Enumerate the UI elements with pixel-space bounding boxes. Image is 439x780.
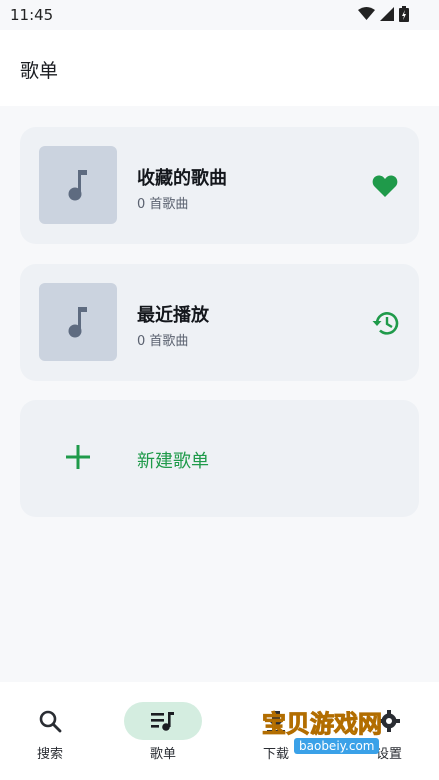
- status-time: 11:45: [10, 6, 54, 24]
- nav-item-search[interactable]: 搜索: [10, 700, 90, 762]
- playlist-song-count: 0 首歌曲: [137, 334, 189, 349]
- app-bar: 歌单: [0, 30, 439, 106]
- playlist-name: 最近播放: [137, 305, 209, 326]
- playlist-thumbnail: [39, 283, 117, 361]
- playlist-thumbnail: [39, 146, 117, 224]
- battery-icon: [399, 6, 409, 22]
- nav-label-search: 搜索: [36, 747, 63, 762]
- page-title: 歌单: [20, 60, 59, 82]
- plus-icon: [66, 445, 90, 469]
- playlist-card-recent[interactable]: 最近播放 0 首歌曲: [20, 264, 419, 381]
- playlist-song-count: 0 首歌曲: [137, 197, 189, 212]
- status-icons: [358, 6, 409, 22]
- watermark: 宝贝游戏网 baobeiy.com: [262, 690, 412, 776]
- playlist-icon: [124, 702, 202, 740]
- status-bar: 11:45: [0, 0, 439, 30]
- history-icon[interactable]: [371, 309, 399, 337]
- wifi-icon: [358, 7, 375, 20]
- new-playlist-label: 新建歌单: [137, 451, 209, 472]
- playlist-name: 收藏的歌曲: [137, 168, 227, 189]
- watermark-url: baobeiy.com: [294, 738, 380, 754]
- watermark-title: 宝贝游戏网: [262, 710, 383, 739]
- new-playlist-button[interactable]: 新建歌单: [20, 400, 419, 517]
- search-icon: [11, 702, 89, 740]
- playlist-card-favorites[interactable]: 收藏的歌曲 0 首歌曲: [20, 127, 419, 244]
- signal-icon: [380, 7, 394, 21]
- music-note-icon: [68, 170, 87, 201]
- nav-item-playlists[interactable]: 歌单: [123, 700, 203, 762]
- music-note-icon: [68, 307, 87, 338]
- nav-label-playlists: 歌单: [149, 747, 176, 762]
- heart-icon[interactable]: [371, 172, 399, 200]
